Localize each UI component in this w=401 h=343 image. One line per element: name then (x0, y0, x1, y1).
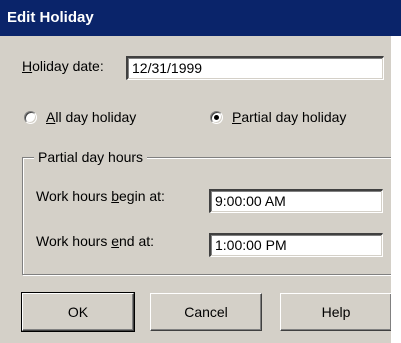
radio-selected-dot (214, 115, 219, 120)
work-hours-begin-input[interactable]: 9:00:00 AM (209, 189, 383, 213)
help-button[interactable]: Help (280, 293, 392, 331)
edit-holiday-dialog: Edit Holiday Holiday date: 12/31/1999 Al… (0, 0, 401, 343)
all-day-holiday-label[interactable]: All day holiday (46, 108, 136, 126)
partial-day-hotkey: P (232, 109, 242, 125)
dialog-title: Edit Holiday (7, 9, 94, 26)
holiday-date-label-hotkey: H (22, 58, 33, 74)
work-hours-end-label: Work hours end at: (36, 232, 154, 250)
holiday-date-label: Holiday date: (22, 57, 104, 75)
all-day-holiday-radio[interactable] (24, 111, 37, 124)
holiday-date-label-text: oliday date: (32, 58, 104, 74)
cancel-button[interactable]: Cancel (150, 293, 262, 331)
partial-day-holiday-radio[interactable] (210, 111, 223, 124)
all-day-label-text: ll day holiday (55, 109, 137, 125)
all-day-hotkey: A (46, 109, 56, 125)
end-label-rest: nd at: (119, 233, 155, 249)
dialog-body: Holiday date: 12/31/1999 All day holiday… (0, 36, 401, 343)
holiday-date-input[interactable]: 12/31/1999 (126, 56, 384, 80)
partial-day-label-text: artial day holiday (241, 109, 347, 125)
title-bar[interactable]: Edit Holiday (0, 0, 401, 36)
end-label-pre: Work hours (36, 233, 112, 249)
begin-hotkey: b (111, 188, 120, 204)
begin-label-rest: egin at: (119, 188, 165, 204)
begin-label-pre: Work hours (36, 188, 112, 204)
end-hotkey: e (111, 233, 120, 249)
partial-day-hours-group-label: Partial day hours (34, 148, 148, 166)
partial-day-holiday-label[interactable]: Partial day holiday (232, 108, 346, 126)
work-hours-begin-label: Work hours begin at: (36, 187, 165, 205)
ok-button[interactable]: OK (21, 292, 135, 332)
work-hours-end-input[interactable]: 1:00:00 PM (209, 233, 383, 257)
partial-day-hours-group (22, 157, 393, 275)
